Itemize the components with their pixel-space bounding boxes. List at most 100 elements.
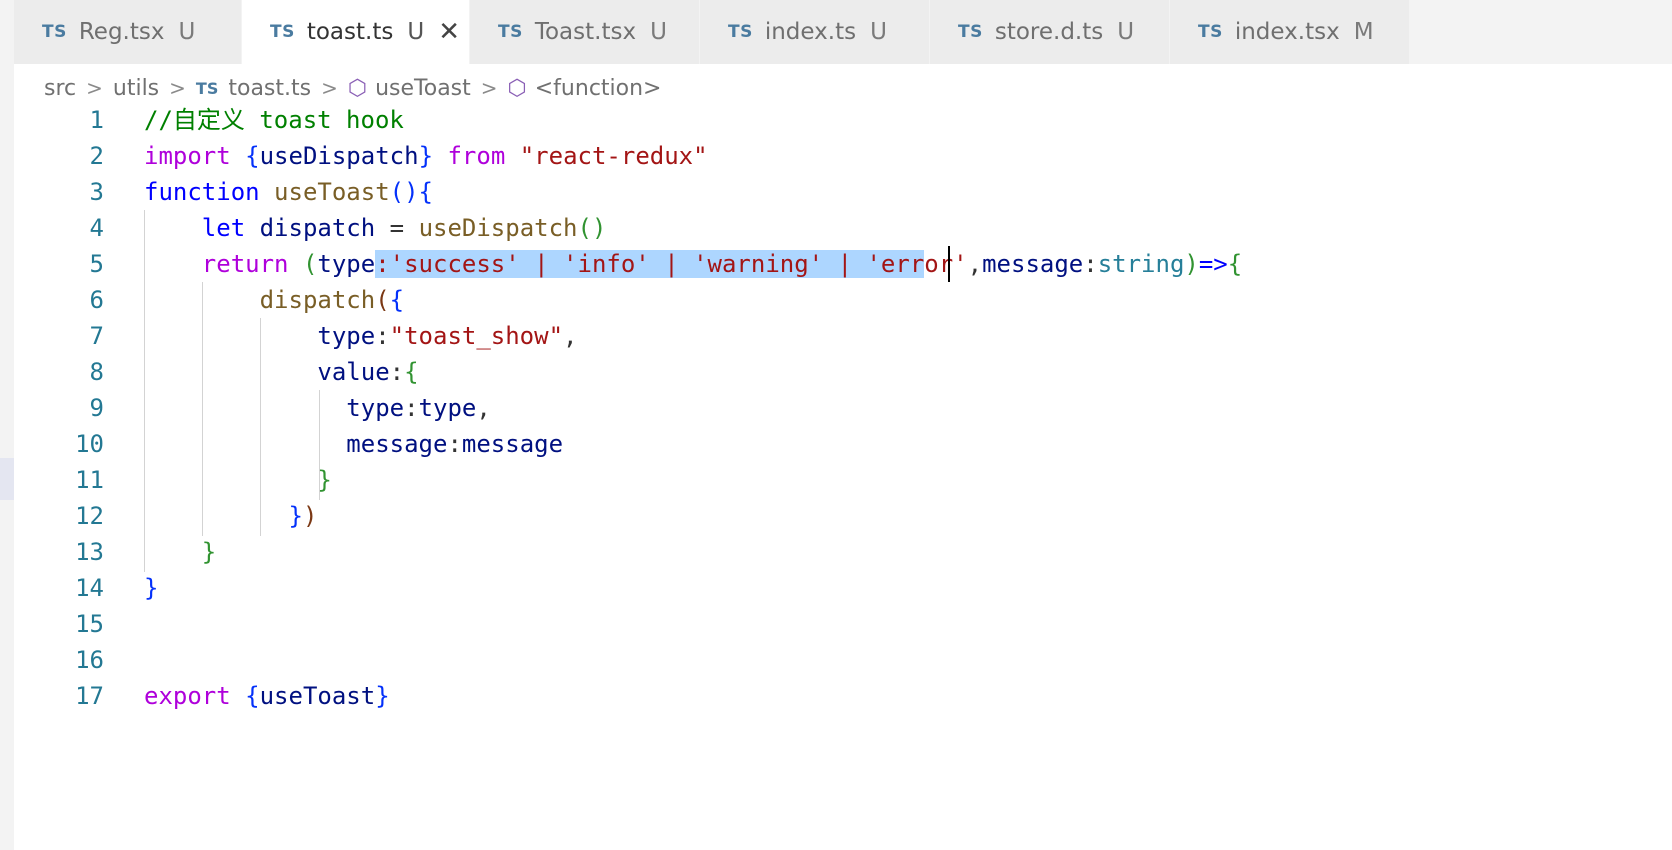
code-line: 16 [14, 642, 1672, 678]
tab-label: store.d.ts [994, 19, 1104, 45]
code-line: 3 function useToast(){ [14, 174, 1672, 210]
code-type: string [1097, 250, 1185, 278]
code-brace: { [418, 178, 433, 206]
code-keyword: export [144, 682, 231, 710]
git-status-badge: U [407, 19, 425, 45]
code-brace: } [201, 538, 217, 566]
tab-label: Toast.tsx [534, 19, 637, 45]
code-line: 11 } [14, 462, 1672, 498]
git-status-badge: U [178, 19, 196, 45]
typescript-file-icon: TS [195, 78, 219, 98]
line-number: 11 [75, 466, 104, 494]
tab-toast-tsx[interactable]: TS Toast.tsx U [470, 0, 700, 64]
line-number: 9 [89, 394, 104, 422]
code-brace: } [418, 142, 434, 170]
code-identifier: type [418, 394, 477, 422]
code-brace: } [144, 574, 159, 602]
tab-label: Reg.tsx [78, 19, 165, 45]
tab-toast-ts[interactable]: TS toast.ts U ✕ [242, 0, 470, 64]
chevron-right-icon: > [321, 76, 338, 100]
close-icon[interactable]: ✕ [438, 17, 460, 47]
line-number: 17 [75, 682, 104, 710]
code-parens: () [577, 214, 607, 242]
code-line: 14 } [14, 570, 1672, 606]
code-string: or' [924, 250, 968, 278]
typescript-file-icon: TS [958, 22, 983, 42]
tab-index-tsx[interactable]: TS index.tsx M [1170, 0, 1410, 64]
breadcrumb-item-utils[interactable]: utils [113, 76, 159, 101]
line-number: 7 [89, 322, 104, 350]
breadcrumb-item-function[interactable]: <function> [535, 76, 662, 101]
line-number: 16 [75, 646, 104, 674]
code-line: 15 [14, 606, 1672, 642]
code-line: 17 export {useToast} [14, 678, 1672, 714]
code-line: 2 import {useDispatch} from "react-redux… [14, 138, 1672, 174]
code-keyword: from [447, 142, 506, 170]
symbol-method-icon: ⬡ [347, 75, 368, 101]
code-keyword: return [201, 250, 289, 278]
chevron-right-icon: > [169, 76, 186, 100]
tab-store-d-ts[interactable]: TS store.d.ts U [930, 0, 1170, 64]
line-number: 6 [89, 286, 104, 314]
line-number: 2 [89, 142, 104, 170]
code-paren: ( [375, 286, 390, 314]
code-paren: ) [1184, 250, 1199, 278]
code-identifier: dispatch [259, 214, 376, 242]
code-comma: , [563, 322, 578, 350]
text-cursor [948, 246, 950, 282]
code-keyword: function [144, 178, 260, 206]
code-brace: } [375, 682, 390, 710]
typescript-file-icon: TS [498, 22, 523, 42]
chevron-right-icon: > [480, 76, 498, 100]
editor-tab-bar: TS Reg.tsx U TS toast.ts U ✕ TS Toast.ts… [14, 0, 1672, 64]
code-paren: ) [302, 502, 318, 530]
code-property: type [346, 394, 405, 422]
code-line: 9 type:type, [14, 390, 1672, 426]
code-arrow: => [1198, 250, 1228, 278]
line-number: 8 [89, 358, 104, 386]
symbol-method-icon: ⬡ [507, 75, 527, 101]
tab-label: index.tsx [1234, 19, 1340, 45]
git-status-badge: M [1353, 19, 1374, 45]
typescript-file-icon: TS [270, 22, 295, 42]
code-paren: ( [302, 250, 318, 278]
code-comment: //自定义 toast hook [144, 106, 404, 134]
line-number: 13 [75, 538, 104, 566]
code-line: 12 }) [14, 498, 1672, 534]
code-brace: } [317, 466, 332, 494]
tab-index-ts[interactable]: TS index.ts U [700, 0, 930, 64]
breadcrumb-item-file[interactable]: toast.ts [228, 76, 311, 101]
code-colon: : [375, 322, 390, 350]
activity-edge [0, 0, 14, 850]
side-marker [0, 458, 14, 500]
breadcrumb-item-src[interactable]: src [44, 76, 76, 101]
line-number: 14 [75, 574, 104, 602]
code-brace: { [245, 142, 260, 170]
code-function-name: useDispatch [418, 214, 578, 242]
tab-label: toast.ts [306, 19, 394, 45]
code-line: 4 let dispatch = useDispatch() [14, 210, 1672, 246]
tab-reg-tsx[interactable]: TS Reg.tsx U [14, 0, 242, 64]
code-line: 5 return (type:'success' | 'info' | 'war… [14, 246, 1672, 282]
breadcrumb-item-usetoast[interactable]: useToast [375, 76, 471, 101]
code-property: type [317, 322, 376, 350]
line-number: 12 [75, 502, 104, 530]
chevron-right-icon: > [86, 76, 103, 100]
code-parameter: type [317, 250, 376, 278]
code-comma: , [476, 394, 491, 422]
code-string: "react-redux" [519, 142, 708, 170]
code-property: value [317, 358, 390, 386]
code-colon: : [389, 358, 405, 386]
line-number: 3 [89, 178, 104, 206]
line-number: 10 [75, 430, 104, 458]
code-identifier: useToast [259, 682, 376, 710]
code-function-name: useToast [274, 178, 390, 206]
typescript-file-icon: TS [42, 22, 67, 42]
code-editor[interactable]: 1 //自定义 toast hook 2 import {useDispatch… [14, 106, 1672, 850]
text-selection[interactable]: :'success' | 'info' | 'warning' | 'err [375, 250, 925, 278]
code-keyword: let [201, 214, 246, 242]
code-brace: { [389, 286, 405, 314]
git-status-badge: U [1117, 19, 1135, 45]
code-parameter: message [982, 250, 1084, 278]
code-colon: : [447, 430, 462, 458]
